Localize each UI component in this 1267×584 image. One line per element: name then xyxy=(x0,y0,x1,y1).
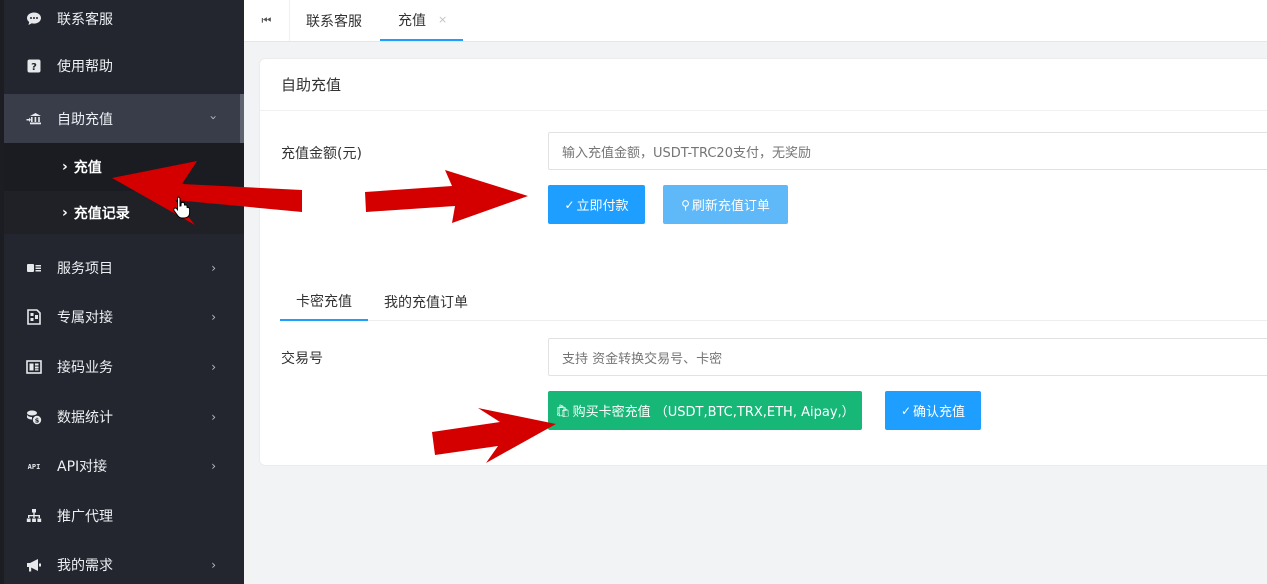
chevron-right-icon: › xyxy=(211,359,216,374)
recharge-subtabs: 卡密充值 我的充值订单 xyxy=(280,283,1267,321)
recharge-card: 自助充值 充值金额(元) 输入充值金额，USDT-TRC20支付，无奖励 ✓ 立… xyxy=(259,58,1267,466)
sidebar-item-label: 服务项目 xyxy=(57,260,113,277)
chevron-right-icon: › xyxy=(62,204,68,221)
sitemap-icon xyxy=(26,508,42,524)
skip-back-icon: ⏮ xyxy=(261,13,272,27)
button-label: 立即付款 xyxy=(576,199,629,214)
page-tabbar: ⏮ 联系客服 充值 × xyxy=(244,0,1267,42)
card-title: 自助充值 xyxy=(260,59,1267,111)
confirm-recharge-button[interactable]: ✓ 确认充值 xyxy=(885,391,981,430)
chevron-right-icon: › xyxy=(211,558,216,573)
button-label: 购买卡密充值 （USDT,BTC,TRX,ETH, Aipay,） xyxy=(572,405,855,420)
check-circle-icon: ✓ xyxy=(900,403,912,418)
sidebar-item-label: 接码业务 xyxy=(57,359,113,376)
id-card-icon xyxy=(26,260,42,276)
shopping-bag-icon: 🛍 xyxy=(555,403,571,418)
sidebar-item-api[interactable]: API API对接 › xyxy=(4,441,244,491)
recharge-submenu: › 充值 › 充值记录 xyxy=(4,143,244,234)
sidebar-item-label: 自助充值 xyxy=(57,111,113,128)
search-icon: ⚲ xyxy=(681,197,690,212)
buy-card-recharge-button[interactable]: 🛍 购买卡密充值 （USDT,BTC,TRX,ETH, Aipay,） xyxy=(548,391,862,430)
chevron-right-icon: › xyxy=(211,409,216,424)
megaphone-icon xyxy=(26,557,42,573)
tab-scroll-left-button[interactable]: ⏮ xyxy=(244,0,290,41)
tab-label: 充值 xyxy=(398,12,426,29)
close-icon[interactable]: × xyxy=(438,13,447,26)
sidebar-item-dedicated[interactable]: 专属对接 › xyxy=(4,293,244,343)
sidebar-item-requests[interactable]: 我的需求 › xyxy=(4,541,244,584)
check-circle-icon: ✓ xyxy=(564,197,575,212)
sidebar-item-recharge[interactable]: 自助充值 › xyxy=(4,94,244,143)
subtab-my-orders[interactable]: 我的充值订单 xyxy=(368,283,484,321)
template-icon xyxy=(26,309,42,326)
sidebar-item-label: 联系客服 xyxy=(57,12,113,28)
chevron-right-icon: › xyxy=(62,159,68,175)
transaction-input[interactable]: 支持 资金转换交易号、卡密 xyxy=(548,338,1267,376)
button-label: 确认充值 xyxy=(913,405,966,420)
svg-text:$: $ xyxy=(35,416,40,424)
chevron-right-icon: › xyxy=(211,310,216,325)
chevron-right-icon: › xyxy=(211,260,216,275)
subtab-card-recharge[interactable]: 卡密充值 xyxy=(280,283,368,321)
sidebar-subitem-recharge-records[interactable]: › 充值记录 xyxy=(4,191,244,234)
sidebar-subitem-label: 充值 xyxy=(73,160,102,176)
table-icon xyxy=(26,359,42,375)
sidebar-item-services[interactable]: 服务项目 › xyxy=(4,243,244,293)
sidebar-item-label: 我的需求 xyxy=(57,558,113,575)
tab-contact[interactable]: 联系客服 xyxy=(290,0,380,41)
svg-text:?: ? xyxy=(31,62,37,73)
transaction-label: 交易号 xyxy=(281,351,323,367)
refresh-orders-button[interactable]: ⚲ 刷新充值订单 xyxy=(663,185,788,224)
help-icon: ? xyxy=(26,58,42,74)
amount-input[interactable]: 输入充值金额，USDT-TRC20支付，无奖励 xyxy=(548,132,1267,170)
api-icon: API xyxy=(26,458,42,474)
sidebar-item-label: 专属对接 xyxy=(57,310,113,327)
sidebar-item-label: 数据统计 xyxy=(57,409,113,426)
sidebar-item-label: API对接 xyxy=(57,459,108,476)
sidebar-item-contact[interactable]: 联系客服 xyxy=(4,0,244,38)
sidebar-item-stats[interactable]: $ 数据统计 › xyxy=(4,392,244,442)
svg-text:API: API xyxy=(28,463,41,471)
sidebar-item-promotion[interactable]: 推广代理 xyxy=(4,491,244,541)
pay-now-button[interactable]: ✓ 立即付款 xyxy=(548,185,645,224)
hand-cursor-icon xyxy=(173,196,191,219)
chevron-right-icon: › xyxy=(211,459,216,474)
sidebar-item-sms[interactable]: 接码业务 › xyxy=(4,342,244,392)
chevron-down-icon: › xyxy=(206,114,221,120)
amount-label: 充值金额(元) xyxy=(281,146,362,162)
button-label: 刷新充值订单 xyxy=(691,199,770,214)
sidebar-item-label: 使用帮助 xyxy=(57,59,113,75)
chat-icon xyxy=(26,11,42,27)
bank-icon xyxy=(26,111,42,127)
tab-recharge[interactable]: 充值 × xyxy=(380,0,464,41)
tab-label: 联系客服 xyxy=(306,13,362,30)
sidebar-subitem-recharge[interactable]: › 充值 xyxy=(4,143,244,191)
sidebar-item-help[interactable]: ? 使用帮助 xyxy=(4,38,244,94)
coins-icon: $ xyxy=(26,409,42,425)
sidebar-item-label: 推广代理 xyxy=(57,508,113,525)
sidebar-subitem-label: 充值记录 xyxy=(73,205,130,222)
sidebar: 联系客服 ? 使用帮助 自助充值 › › 充值 › 充值记录 服务项目 › 专属… xyxy=(0,0,244,584)
